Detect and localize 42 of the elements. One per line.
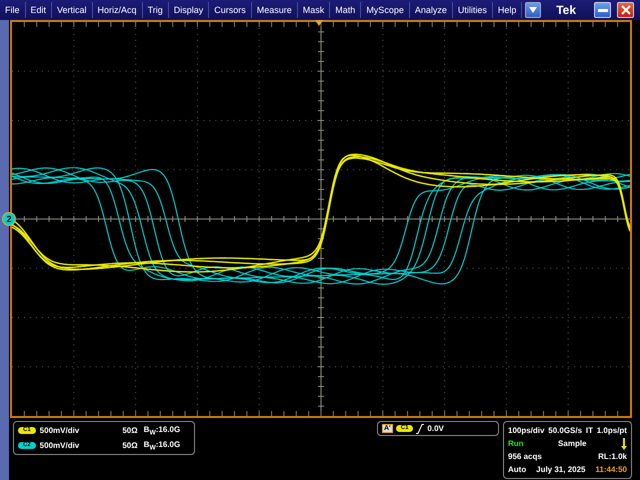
menu-item[interactable]: Horiz/Acq: [92, 2, 143, 18]
time: 11:44:50: [595, 465, 627, 474]
menu-item[interactable]: Utilities: [452, 2, 493, 18]
impedance: 50Ω: [121, 426, 138, 435]
channel-marker[interactable]: 2: [2, 212, 16, 226]
bandwidth: B$_{W}$:16.0G: [144, 440, 180, 452]
minimize-button[interactable]: [594, 2, 611, 18]
resolution: 1.0ps/pt: [596, 426, 627, 435]
impedance: 50Ω: [121, 441, 138, 450]
menu-item[interactable]: Help: [492, 2, 522, 18]
vertical-scale: 500mV/div: [40, 426, 80, 435]
menu-item[interactable]: MyScope: [361, 2, 410, 18]
menu-item[interactable]: Measure: [252, 2, 298, 18]
dropdown-button[interactable]: [525, 2, 542, 18]
acquisition-mode: Sample: [558, 439, 587, 448]
menu-item[interactable]: Display: [168, 2, 210, 18]
menu-item[interactable]: Edit: [26, 2, 52, 18]
caret-icon: [529, 7, 538, 13]
trigger-level: 0.0V: [427, 424, 444, 433]
menu-item[interactable]: Vertical: [52, 2, 93, 18]
trigger-mode: Auto: [508, 465, 526, 474]
interpolation-mode: IT: [586, 426, 593, 435]
menu-item[interactable]: Math: [330, 2, 362, 18]
minimize-icon: [598, 8, 608, 12]
date: July 31, 2025: [536, 465, 586, 474]
bandwidth: B$_{W}$:16.0G: [144, 424, 180, 436]
menu-item[interactable]: Analyze: [410, 2, 453, 18]
acquisition-count: 956 acqs: [508, 452, 542, 461]
trigger-level-icon: [621, 438, 627, 450]
menu-item[interactable]: Mask: [298, 2, 330, 18]
rising-edge-icon: [416, 424, 424, 434]
sample-rate: 50.0GS/s: [548, 426, 582, 435]
horizontal-scale: 100ps/div: [508, 426, 544, 435]
menu-item[interactable]: Cursors: [209, 2, 252, 18]
run-state: Run: [508, 439, 524, 448]
close-icon: [620, 5, 630, 15]
menu-item[interactable]: Trig: [142, 2, 169, 18]
close-button[interactable]: [617, 2, 634, 18]
brand-logo: Tek: [556, 3, 576, 17]
record-length: RL:1.0k: [598, 452, 627, 461]
vertical-scale: 500mV/div: [40, 441, 80, 450]
menu-item[interactable]: File: [0, 2, 26, 18]
